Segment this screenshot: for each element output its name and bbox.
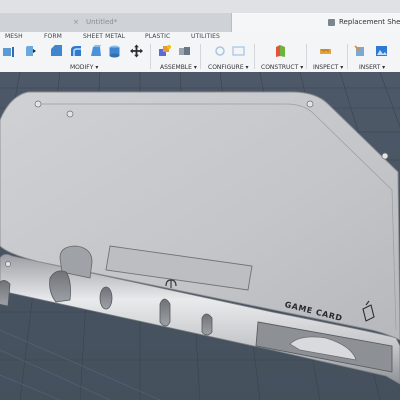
offset-plane-icon[interactable] [274,44,287,58]
chamfer-icon[interactable] [50,44,63,58]
configure-table-icon[interactable] [214,44,227,58]
toolbar-tab-plastic[interactable]: PLASTIC [145,33,170,40]
ribbon-toolbar: MESH FORM SHEET METAL PLASTIC UTILITIES … [0,32,400,73]
toolbar-tab-mesh[interactable]: MESH [5,33,23,40]
replacement-shelf-model[interactable] [0,91,400,385]
new-component-icon[interactable] [158,44,171,58]
insert-derive-icon[interactable] [353,44,366,58]
fillet-icon[interactable] [24,44,37,58]
toolbar-divider [347,44,348,69]
inspect-menu[interactable]: INSPECT ▾ [313,64,343,71]
insert-canvas-icon[interactable] [375,44,388,58]
document-tab-bar: × Untitled* Replacement Shelf*(1) [0,0,400,33]
configure-rule-icon[interactable] [232,44,245,58]
toolbar-divider [254,44,255,69]
shell-icon[interactable] [69,44,82,58]
document-icon [328,19,335,26]
draft-icon[interactable] [89,44,102,58]
measure-icon[interactable] [319,44,332,58]
close-tab-icon[interactable]: × [73,13,79,32]
toolbar-tab-sheet-metal[interactable]: SHEET METAL [83,33,125,40]
construct-menu[interactable]: CONSTRUCT ▾ [261,64,303,71]
document-tab-untitled[interactable]: × Untitled* [0,13,232,32]
insert-menu[interactable]: INSERT ▾ [359,64,385,71]
configure-menu[interactable]: CONFIGURE ▾ [208,64,249,71]
modify-menu[interactable]: MODIFY ▾ [70,64,98,71]
toolbar-tab-form[interactable]: FORM [44,33,62,40]
combine-icon[interactable] [108,44,121,58]
toolbar-tab-utilities[interactable]: UTILITIES [191,33,220,40]
document-tab-replacement-shelf[interactable]: Replacement Shelf*(1) [232,13,400,32]
toolbar-divider [200,44,201,69]
document-tab-untitled-label: Untitled* [86,18,118,26]
press-pull-icon[interactable] [2,44,15,58]
move-icon[interactable] [130,44,143,58]
model-scene [0,72,400,400]
joint-icon[interactable] [178,44,191,58]
toolbar-divider [306,44,307,69]
toolbar-divider [150,44,151,69]
3d-viewport[interactable]: GAME CARD [0,72,400,400]
document-tab-replacement-shelf-label: Replacement Shelf*(1) [339,18,400,26]
assemble-menu[interactable]: ASSEMBLE ▾ [160,64,197,71]
